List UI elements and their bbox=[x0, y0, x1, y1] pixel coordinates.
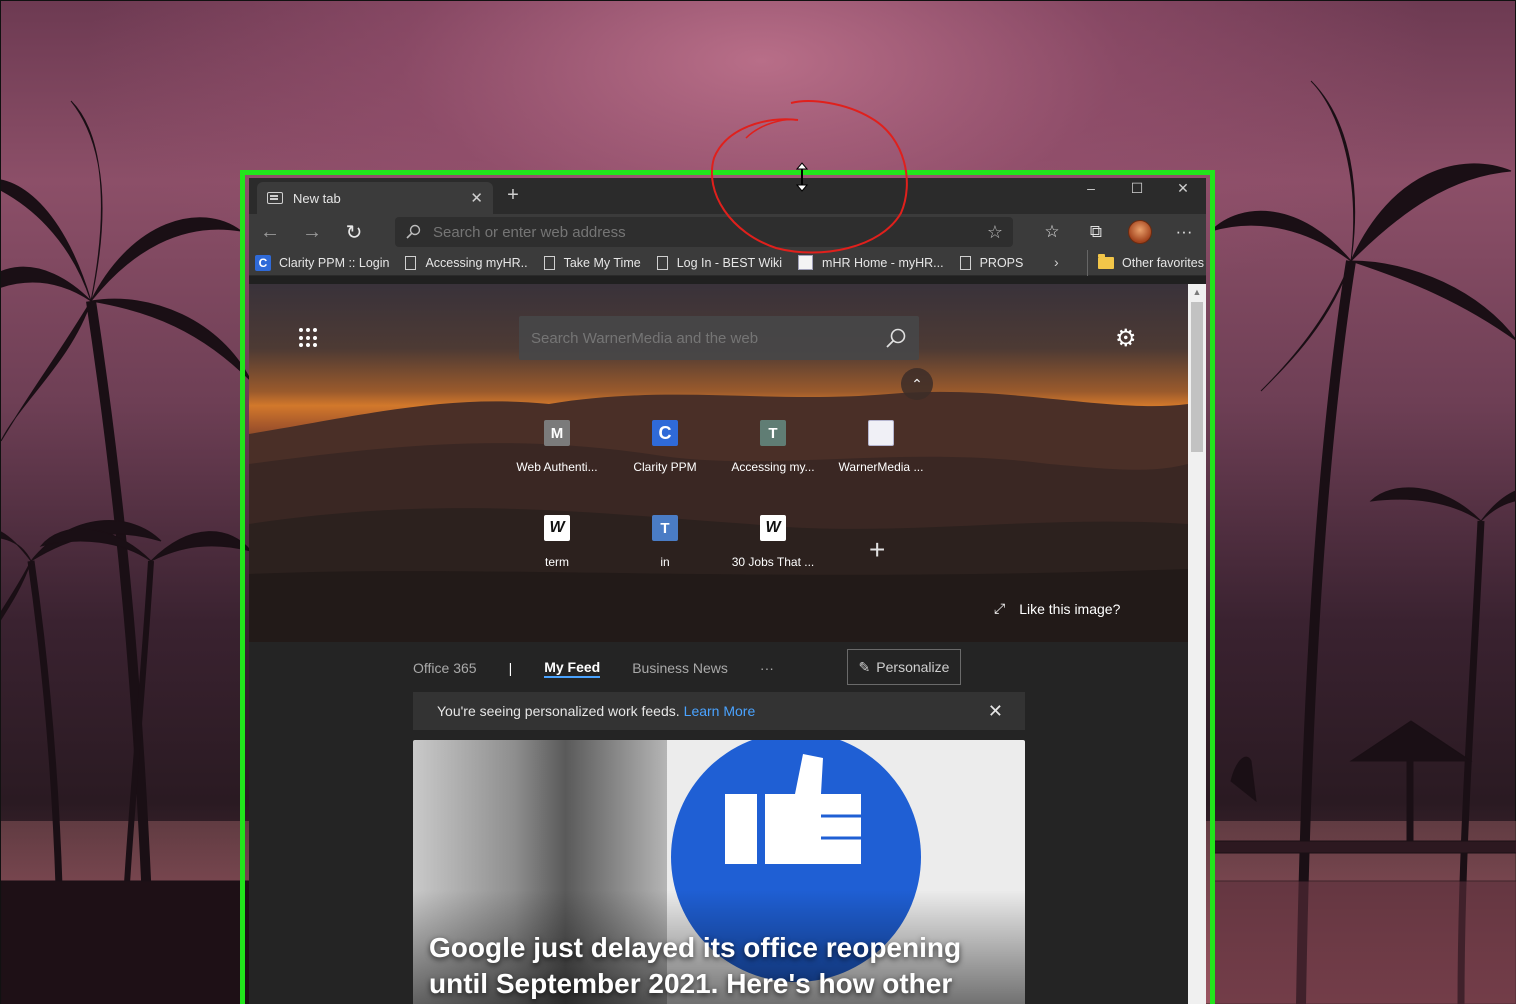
chevron-up-icon[interactable]: ⌃ bbox=[901, 368, 933, 400]
back-arrow-icon[interactable]: ← bbox=[249, 214, 291, 250]
tile-label: term bbox=[545, 555, 569, 569]
site-icon: W bbox=[760, 515, 786, 541]
expand-arrow-icon: ⤢ bbox=[994, 600, 1006, 616]
browser-window: New tab ✕ + – ☐ ✕ ← → ↻ ☆ ☆ ⧉ ··· C Clar… bbox=[249, 178, 1206, 1004]
page-search-box[interactable] bbox=[519, 316, 919, 360]
page-icon bbox=[543, 255, 555, 270]
quick-link-tile[interactable]: WarnerMedia ... bbox=[827, 408, 935, 488]
news-card[interactable]: Google just delayed its office reopening… bbox=[413, 740, 1025, 1004]
resize-cursor-icon bbox=[796, 162, 808, 192]
refresh-icon[interactable]: ↻ bbox=[333, 214, 375, 250]
search-icon[interactable] bbox=[885, 327, 907, 349]
favorite-label: PROPS bbox=[979, 255, 1024, 270]
search-icon bbox=[406, 224, 421, 239]
other-favorites[interactable]: Other favorites bbox=[1087, 250, 1204, 276]
notice-text: You're seeing personalized work feeds. bbox=[437, 703, 680, 719]
quick-link-tile[interactable]: C Clarity PPM bbox=[611, 408, 719, 488]
palm-trees-left bbox=[1, 100, 251, 1004]
pencil-icon: ✎ bbox=[858, 658, 871, 675]
more-menu-icon[interactable]: ··· bbox=[1162, 214, 1206, 250]
tab-new-tab[interactable]: New tab ✕ bbox=[257, 182, 493, 214]
folder-icon bbox=[1098, 254, 1114, 269]
close-icon[interactable]: ✕ bbox=[988, 701, 1003, 722]
favorite-item[interactable]: PROPS bbox=[959, 255, 1024, 270]
forward-arrow-icon[interactable]: → bbox=[291, 214, 333, 250]
tab-office-365[interactable]: Office 365 bbox=[413, 660, 477, 676]
other-favorites-label: Other favorites bbox=[1122, 256, 1204, 270]
quick-link-tile[interactable]: T in bbox=[611, 503, 719, 583]
favorite-label: Accessing myHR.. bbox=[425, 255, 528, 270]
new-tab-page: ⚙ ⌃ M Web Authenti... C Clarity PPM T Ac… bbox=[249, 284, 1188, 1004]
clarity-c-icon: C bbox=[255, 254, 271, 271]
new-tab-plus-icon[interactable]: + bbox=[503, 184, 523, 207]
news-feed: Office 365 | My Feed Business News ··· ✎… bbox=[249, 642, 1188, 1004]
hero-background: ⚙ ⌃ M Web Authenti... C Clarity PPM T Ac… bbox=[249, 284, 1188, 642]
new-tab-page-icon bbox=[267, 192, 283, 204]
palm-trees-right bbox=[1211, 80, 1516, 1004]
site-icon: C bbox=[652, 420, 678, 446]
favorites-list-icon[interactable]: ☆ bbox=[1030, 214, 1074, 250]
page-icon bbox=[405, 255, 417, 270]
tab-separator: | bbox=[508, 660, 513, 676]
quick-link-tile[interactable]: W term bbox=[503, 503, 611, 583]
favorite-item[interactable]: Accessing myHR.. bbox=[405, 255, 528, 270]
profile-button[interactable] bbox=[1118, 214, 1162, 250]
scroll-thumb[interactable] bbox=[1191, 302, 1203, 452]
chevron-right-icon[interactable]: › bbox=[1054, 254, 1059, 270]
like-image-link[interactable]: ⤢ Like this image? bbox=[994, 600, 1120, 617]
page-icon bbox=[656, 255, 668, 270]
gear-icon[interactable]: ⚙ bbox=[1115, 324, 1137, 353]
tile-label: Web Authenti... bbox=[516, 460, 598, 474]
personalize-label: Personalize bbox=[876, 659, 950, 675]
maximize-icon[interactable]: ☐ bbox=[1114, 178, 1160, 198]
address-bar[interactable]: ☆ bbox=[395, 217, 1013, 247]
favorite-item[interactable]: Take My Time bbox=[543, 255, 641, 270]
quick-link-tile[interactable]: W 30 Jobs That ... bbox=[719, 503, 827, 583]
tab-close-icon[interactable]: ✕ bbox=[470, 189, 483, 207]
document-icon bbox=[868, 420, 894, 446]
like-image-label: Like this image? bbox=[1019, 600, 1121, 617]
tile-label: 30 Jobs That ... bbox=[731, 555, 815, 569]
red-circle-annotation bbox=[710, 100, 908, 254]
favorite-label: Clarity PPM :: Login bbox=[279, 255, 390, 270]
personalize-button[interactable]: ✎ Personalize bbox=[847, 649, 961, 685]
feed-tabs: Office 365 | My Feed Business News ··· bbox=[413, 656, 806, 680]
tab-business-news[interactable]: Business News bbox=[632, 660, 728, 676]
tile-label: WarnerMedia ... bbox=[838, 460, 924, 474]
tab-title: New tab bbox=[293, 190, 341, 206]
news-headline[interactable]: Google just delayed its office reopening… bbox=[429, 930, 1019, 1004]
page-icon bbox=[959, 255, 971, 270]
vertical-scrollbar[interactable]: ▲ bbox=[1188, 284, 1206, 1004]
tab-my-feed[interactable]: My Feed bbox=[544, 659, 601, 678]
favorite-item[interactable]: C Clarity PPM :: Login bbox=[255, 254, 390, 271]
window-close-icon[interactable]: ✕ bbox=[1160, 178, 1206, 198]
learn-more-link[interactable]: Learn More bbox=[684, 703, 756, 719]
collections-icon[interactable]: ⧉ bbox=[1074, 214, 1118, 250]
page-search-input[interactable] bbox=[531, 329, 885, 347]
thumbs-up-icon bbox=[725, 754, 861, 864]
site-icon: T bbox=[652, 515, 678, 541]
favorite-star-icon[interactable]: ☆ bbox=[987, 222, 1003, 243]
tile-label: Clarity PPM bbox=[633, 460, 697, 474]
avatar bbox=[1128, 220, 1152, 244]
minimize-icon[interactable]: – bbox=[1068, 178, 1114, 198]
site-icon: M bbox=[544, 420, 570, 446]
quick-link-tile[interactable]: M Web Authenti... bbox=[503, 408, 611, 488]
tile-label: in bbox=[660, 555, 670, 569]
site-icon: T bbox=[760, 420, 786, 446]
favorite-label: Take My Time bbox=[563, 255, 641, 270]
scroll-up-arrow-icon[interactable]: ▲ bbox=[1188, 284, 1206, 300]
tile-label: Accessing my... bbox=[731, 460, 815, 474]
site-icon: W bbox=[544, 515, 570, 541]
add-site-plus-icon[interactable]: + bbox=[869, 534, 885, 566]
quick-link-tile[interactable]: T Accessing my... bbox=[719, 408, 827, 488]
personalized-notice: You're seeing personalized work feeds. L… bbox=[413, 692, 1025, 730]
app-launcher-icon[interactable] bbox=[299, 328, 319, 348]
more-tabs-icon[interactable]: ··· bbox=[760, 660, 774, 676]
